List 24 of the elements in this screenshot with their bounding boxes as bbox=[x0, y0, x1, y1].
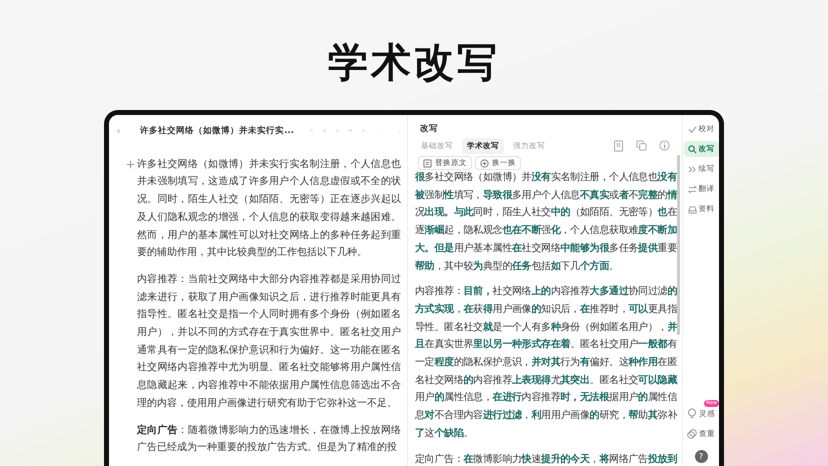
paragraph: 很多社交网络（如微博）并没有实名制注册，个人信息也没有被强制性填写，导致很多用户个人信息不真实或者不完整的情况出现。与此同时，陌生人社交中的（如陌陌、无密等）也在逐渐崛起，隐私观念也在不断强化，个人信息获取难度不断加大。但是用户基本属性在社交网络中能够为很多任务提供重要帮助，其中较为典型的任务包括如下几个方面。 bbox=[415, 170, 677, 274]
lightbulb-icon bbox=[687, 408, 697, 419]
search-icon bbox=[688, 144, 696, 154]
paragraph: 内容推荐：目前，社交网络上的内容推荐大多通过协同过滤的方式实现，在获得用户画像的知识后，在推荐时，可以更具指导性。匿名社交就是一个人有多种身份（例如匿名用户），并且在真实世界里以另一种形式存在着。匿名社交用户一般都有一定程度的隐私保护意识，并对其行为有偏好。这种作用在匿名社交网络的内容推荐上表现得尤其突出。匿名社交可以隐藏用户的属性信息，在进行内容推荐时，无法根据用户的属性信息对不合理内容进行过滤，利用用户画像的研究，帮助其弥补了这个缺陷。 bbox=[415, 284, 677, 441]
document-icon[interactable] bbox=[613, 140, 624, 152]
info-icon[interactable] bbox=[659, 140, 670, 151]
document-title: 许多社交网络（如微博）并未实行实... bbox=[140, 124, 294, 137]
paragraph: 许多社交网络（如微博）并未实行实名制注册，个人信息也并未强制填写，这造成了许多用户个人信息虚假或不全的状况。同时，陌生人社交（如陌陌、无密等）正在逐步兴起以及人们隐私观念的增强，个人信息的获取变得越来越困难。然而，用户的基本属性可以对社交网络上的多种任务起到重要的辅助作用，其中比较典型的工作包括以下几种。 bbox=[137, 158, 401, 260]
scrollbar[interactable] bbox=[677, 155, 680, 335]
archive-icon bbox=[688, 204, 696, 214]
overlap-circles-icon bbox=[687, 429, 697, 439]
paragraph: 内容推荐：当前社交网络中大部分内容推荐都是采用协同过滤来进行，获取了用户画像知识之后，进行推荐时能更具有指导性。匿名社交是指一个人同时拥有多个身份（例如匿名用户），并以不同的方式存在于真实世界中。匿名社交用户通常具有一定的隐私保护意识和行为偏好。这一功能在匿名社交网络内容推荐中尤为明显。匿名社交能够将用户属性信息隐藏起来，内容推荐中不能依据用户属性信息筛选出不合理的内容，使用用户画像进行研究有助于它弥补这一不足。 bbox=[137, 272, 401, 411]
swap-arrows-icon bbox=[688, 184, 696, 194]
shuffle-icon bbox=[480, 158, 489, 168]
copy-icon[interactable] bbox=[636, 140, 647, 151]
double-chevron-icon bbox=[688, 164, 696, 174]
help-button[interactable]: ? bbox=[694, 450, 708, 463]
page-headline: 学术改写 bbox=[328, 39, 500, 88]
paragraph: 定向广告：在微博影响力快速提升的今天，将网络广告投放到 bbox=[415, 452, 677, 466]
check-icon bbox=[688, 124, 696, 134]
replace-icon bbox=[423, 158, 432, 168]
paragraph: 定向广告：随着微博影响力的迅速增长，在微博上投放网络广告已经成为一种重要的投放广告方式。但是为了精准的投 bbox=[137, 423, 401, 456]
add-block-icon[interactable] bbox=[126, 160, 135, 169]
panel-title: 改写 bbox=[419, 123, 439, 135]
